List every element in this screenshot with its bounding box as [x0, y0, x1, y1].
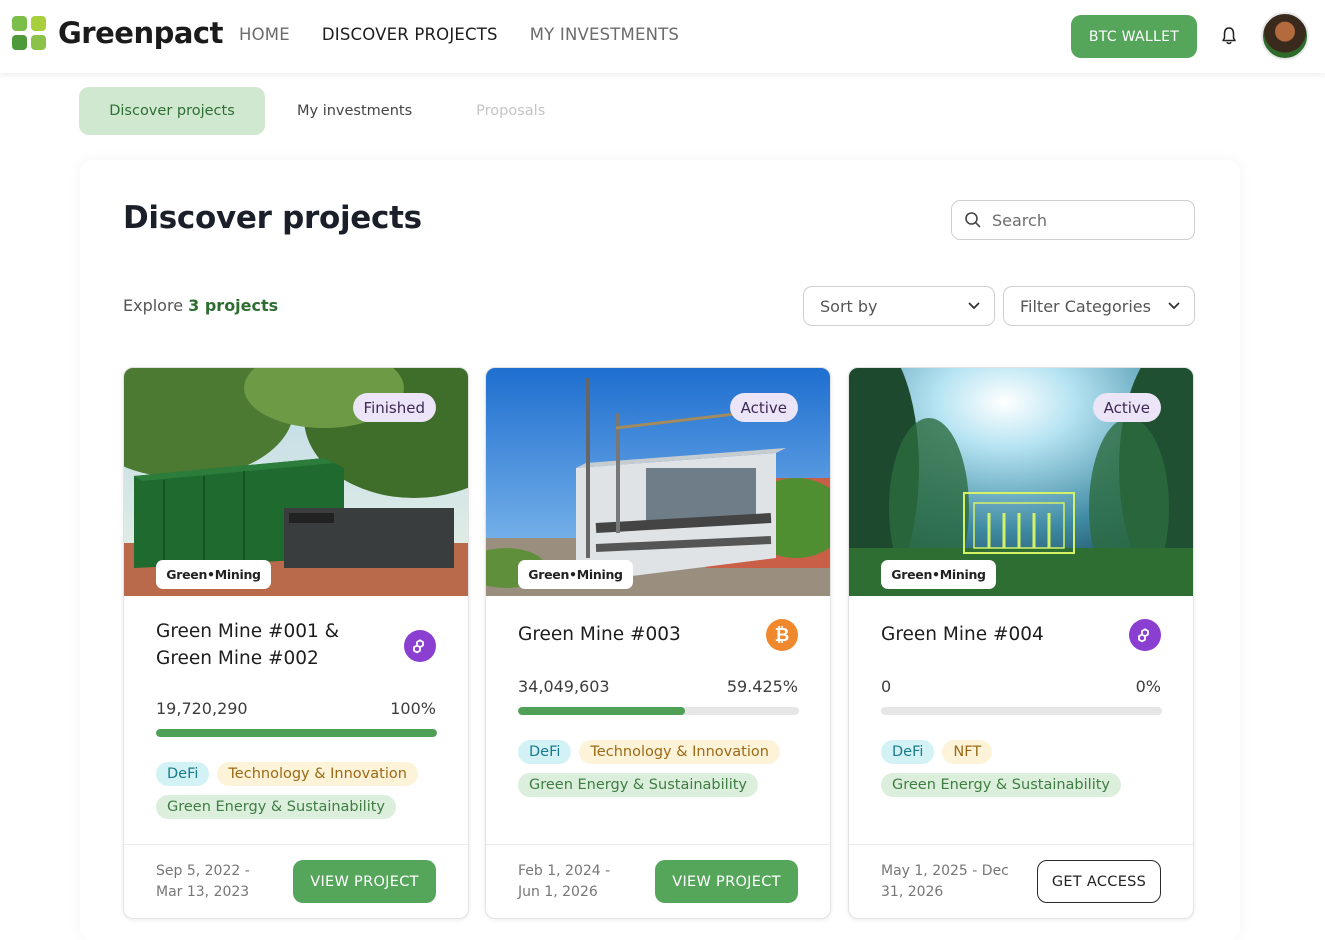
category-tags: DeFi Technology & Innovation Green Energ… [518, 740, 806, 797]
project-title: Green Mine #003 [518, 624, 681, 645]
dates-line-1: Feb 1, 2024 - [518, 863, 611, 879]
main-nav: HOME DISCOVER PROJECTS MY INVESTMENTS [239, 25, 679, 44]
dates-line-1: May 1, 2025 - Dec [881, 863, 1009, 879]
funding-amount: 19,720,290 [156, 699, 248, 718]
project-dates: Feb 1, 2024 - Jun 1, 2026 [518, 861, 648, 903]
tag-defi: DeFi [156, 762, 210, 786]
funding-row: 0 0% [881, 677, 1161, 696]
sort-dropdown[interactable]: Sort by [803, 286, 995, 326]
status-badge: Active [729, 393, 798, 422]
tag-green-energy: Green Energy & Sustainability [156, 795, 396, 819]
tag-green-energy: Green Energy & Sustainability [518, 773, 758, 797]
green-mining-logo: Green•Mining [881, 560, 996, 589]
sort-label: Sort by [820, 296, 878, 316]
project-dates: Sep 5, 2022 - Mar 13, 2023 [156, 861, 286, 903]
nav-my-investments[interactable]: MY INVESTMENTS [530, 25, 679, 44]
funding-progress-bar [881, 707, 1162, 715]
logo-icon [12, 16, 46, 50]
nav-discover-projects[interactable]: DISCOVER PROJECTS [322, 25, 498, 44]
explore-count: Explore 3 projects [123, 296, 278, 315]
tag-technology-innovation: Technology & Innovation [579, 740, 780, 764]
subtab-my-investments[interactable]: My investments [265, 87, 444, 135]
funding-amount: 0 [881, 677, 892, 696]
greenpact-logo[interactable]: Greenpact [12, 16, 223, 50]
card-divider [849, 844, 1193, 845]
dates-line-2: 31, 2026 [881, 884, 944, 900]
progress-fill [156, 729, 437, 737]
dates-line-2: Mar 13, 2023 [156, 884, 250, 900]
tag-green-energy: Green Energy & Sustainability [881, 773, 1121, 797]
user-avatar[interactable] [1261, 12, 1309, 60]
card-divider [486, 844, 830, 845]
btc-wallet-button[interactable]: BTC WALLET [1071, 15, 1197, 58]
project-dates: May 1, 2025 - Dec 31, 2026 [881, 861, 1011, 903]
filter-categories-dropdown[interactable]: Filter Categories [1003, 286, 1195, 326]
green-mining-logo: Green•Mining [156, 560, 271, 589]
dates-line-2: Jun 1, 2026 [518, 884, 598, 900]
bitcoin-icon: ₿ [766, 619, 798, 651]
project-title: Green Mine #001 & Green Mine #002 [156, 621, 340, 669]
search-box[interactable] [951, 200, 1195, 240]
funding-row: 19,720,290 100% [156, 699, 436, 718]
funding-progress-bar [518, 707, 799, 715]
project-card[interactable]: Finished Green•Mining Green Mine #001 & … [123, 367, 469, 919]
green-mining-logo: Green•Mining [518, 560, 633, 589]
explore-prefix: Explore [123, 296, 184, 315]
funding-progress-bar [156, 729, 437, 737]
search-input[interactable] [992, 210, 1182, 230]
funding-percent: 0% [1135, 677, 1161, 696]
funding-percent: 100% [390, 699, 436, 718]
funding-percent: 59.425% [726, 677, 798, 696]
status-badge: Finished [352, 393, 436, 422]
category-tags: DeFi NFT Green Energy & Sustainability [881, 740, 1169, 797]
explore-count-value: 3 projects [188, 296, 279, 315]
get-access-button[interactable]: GET ACCESS [1037, 860, 1161, 903]
page-title: Discover projects [123, 200, 422, 236]
subtab-discover-projects[interactable]: Discover projects [79, 87, 265, 135]
funding-amount: 34,049,603 [518, 677, 610, 696]
project-subtabs: Discover projects My investments Proposa… [79, 87, 577, 135]
status-badge: Active [1092, 393, 1161, 422]
progress-fill [518, 707, 685, 715]
card-divider [124, 844, 468, 845]
logo-text: Greenpact [58, 16, 223, 50]
view-project-button[interactable]: VIEW PROJECT [293, 860, 436, 903]
project-card[interactable]: Active Green•Mining Green Mine #004 0 0%… [848, 367, 1194, 919]
category-tags: DeFi Technology & Innovation Green Energ… [156, 762, 444, 819]
dates-line-1: Sep 5, 2022 - [156, 863, 250, 879]
tag-nft: NFT [942, 740, 993, 764]
tag-defi: DeFi [518, 740, 572, 764]
funding-row: 34,049,603 59.425% [518, 677, 798, 696]
filter-label: Filter Categories [1020, 296, 1151, 316]
tag-defi: DeFi [881, 740, 935, 764]
bell-icon[interactable] [1220, 26, 1238, 46]
top-navbar: Greenpact HOME DISCOVER PROJECTS MY INVE… [0, 0, 1325, 73]
subtab-proposals: Proposals [476, 103, 546, 119]
chevron-down-icon [1168, 302, 1180, 309]
chevron-down-icon [968, 302, 980, 309]
polygon-icon [1129, 619, 1161, 651]
view-project-button[interactable]: VIEW PROJECT [655, 860, 798, 903]
polygon-icon [404, 630, 436, 662]
tag-technology-innovation: Technology & Innovation [217, 762, 418, 786]
search-icon [965, 212, 981, 228]
nav-home[interactable]: HOME [239, 25, 290, 44]
project-card[interactable]: Active Green•Mining Green Mine #003 ₿ 34… [485, 367, 831, 919]
project-title: Green Mine #004 [881, 624, 1044, 645]
